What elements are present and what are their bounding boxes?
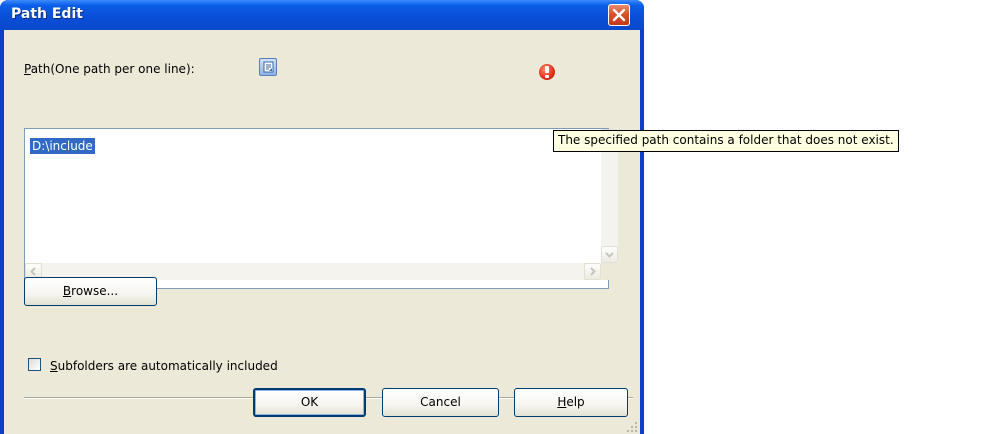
close-icon — [612, 8, 626, 22]
help-button[interactable]: Help — [514, 388, 628, 417]
dialog-title: Path Edit — [11, 6, 83, 22]
path-label: Path(One path per one line): — [24, 62, 195, 76]
resize-grip-icon[interactable] — [626, 421, 638, 433]
path-info-icon[interactable] — [259, 58, 277, 76]
path-textarea[interactable]: D:\include — [24, 128, 618, 289]
browse-button[interactable]: Browse... — [24, 277, 157, 306]
document-info-icon — [263, 61, 274, 73]
chevron-right-icon — [590, 267, 596, 276]
scroll-right-button[interactable] — [584, 263, 601, 280]
scroll-down-button[interactable] — [601, 246, 618, 263]
title-bar[interactable]: Path Edit — [0, 0, 644, 30]
error-icon[interactable] — [539, 64, 555, 80]
path-value[interactable]: D:\include — [29, 137, 96, 155]
close-button[interactable] — [608, 4, 630, 26]
ok-button[interactable]: OK — [253, 388, 366, 417]
subfolders-label[interactable]: Subfolders are automatically included — [50, 359, 278, 373]
chevron-down-icon — [605, 252, 614, 258]
cancel-button[interactable]: Cancel — [382, 388, 499, 417]
error-tooltip: The specified path contains a folder tha… — [553, 130, 899, 152]
dialog-body: Path(One path per one line): D:\include — [4, 30, 640, 434]
scroll-corner — [601, 263, 618, 280]
path-edit-dialog: Path Edit Path(One path per one line): D… — [0, 0, 644, 434]
subfolders-checkbox[interactable] — [28, 358, 41, 371]
